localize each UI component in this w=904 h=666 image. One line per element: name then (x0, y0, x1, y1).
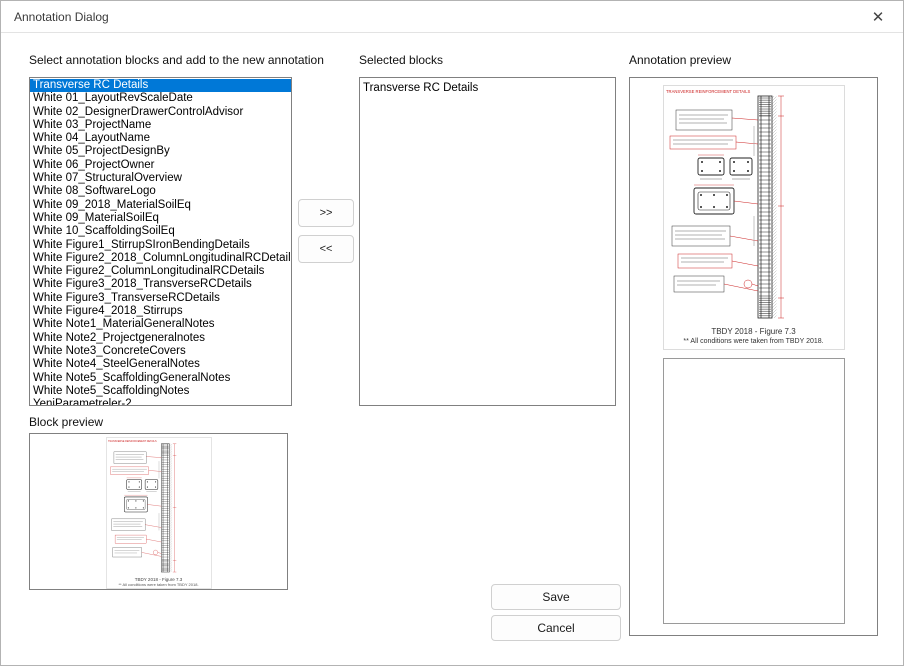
annotation-preview-note: ** All conditions were taken from TBDY 2… (664, 337, 844, 346)
list-item[interactable]: White Figure1_StirrupSIronBendingDetails (30, 239, 291, 252)
available-blocks-label: Select annotation blocks and add to the … (29, 53, 324, 67)
dialog-title: Annotation Dialog (14, 10, 109, 24)
list-item[interactable]: White Figure2_2018_ColumnLongitudinalRCD… (30, 252, 291, 265)
list-item[interactable]: YeniParametreler-2 (30, 398, 291, 406)
annotation-preview-label: Annotation preview (629, 53, 731, 67)
remove-block-button[interactable]: << (298, 235, 354, 263)
list-item[interactable]: Transverse RC Details (30, 79, 291, 92)
annotation-dialog: Annotation Dialog ✕ Select annotation bl… (0, 0, 904, 666)
selected-blocks-label: Selected blocks (359, 53, 443, 67)
selected-blocks-list[interactable]: Transverse RC Details (359, 77, 616, 406)
block-preview-label: Block preview (29, 415, 103, 429)
list-item[interactable]: White 05_ProjectDesignBy (30, 145, 291, 158)
list-item[interactable]: White Note2_Projectgeneralnotes (30, 332, 291, 345)
list-item[interactable]: White Note5_ScaffoldingGeneralNotes (30, 372, 291, 385)
list-item[interactable]: White Note3_ConcreteCovers (30, 345, 291, 358)
list-item[interactable]: White 03_ProjectName (30, 119, 291, 132)
list-item[interactable]: White 07_StructuralOverview (30, 172, 291, 185)
save-button[interactable]: Save (491, 584, 621, 610)
list-item[interactable]: White Figure3_2018_TransverseRCDetails (30, 278, 291, 291)
list-item[interactable]: White 10_ScaffoldingSoilEq (30, 225, 291, 238)
available-blocks-list[interactable]: Transverse RC DetailsWhite 01_LayoutRevS… (29, 77, 292, 406)
cancel-button[interactable]: Cancel (491, 615, 621, 641)
annotation-preview-page: TBDY 2018 - Figure 7.3 ** All conditions… (663, 85, 845, 350)
annotation-preview-drawing (664, 86, 844, 326)
list-item[interactable]: White 02_DesignerDrawerControlAdvisor (30, 106, 291, 119)
list-item[interactable]: Transverse RC Details (360, 82, 615, 95)
annotation-preview-empty-page (663, 358, 845, 624)
list-item[interactable]: White 08_SoftwareLogo (30, 185, 291, 198)
list-item[interactable]: White 01_LayoutRevScaleDate (30, 92, 291, 105)
list-item[interactable]: White Figure4_2018_Stirrups (30, 305, 291, 318)
list-item[interactable]: White Note1_MaterialGeneralNotes (30, 318, 291, 331)
block-preview-note: ** All conditions were taken from TBDY 2… (107, 582, 211, 587)
list-item[interactable]: White 04_LayoutName (30, 132, 291, 145)
list-item[interactable]: White Figure2_ColumnLongitudinalRCDetail… (30, 265, 291, 278)
list-item[interactable]: White 09_MaterialSoilEq (30, 212, 291, 225)
list-item[interactable]: White Note4_SteelGeneralNotes (30, 358, 291, 371)
title-bar: Annotation Dialog ✕ (1, 1, 903, 33)
list-item[interactable]: White 06_ProjectOwner (30, 159, 291, 172)
list-item[interactable]: White Note5_ScaffoldingNotes (30, 385, 291, 398)
block-preview-panel: TBDY 2018 - Figure 7.3 ** All conditions… (29, 433, 288, 590)
list-item[interactable]: White 09_2018_MaterialSoilEq (30, 199, 291, 212)
block-preview-page: TBDY 2018 - Figure 7.3 ** All conditions… (106, 437, 212, 589)
block-preview-drawing (107, 438, 211, 577)
annotation-preview-panel: TBDY 2018 - Figure 7.3 ** All conditions… (629, 77, 878, 636)
annotation-preview-caption: TBDY 2018 - Figure 7.3 (664, 327, 844, 337)
list-item[interactable]: White Figure3_TransverseRCDetails (30, 292, 291, 305)
close-icon[interactable]: ✕ (867, 7, 889, 29)
add-block-button[interactable]: >> (298, 199, 354, 227)
